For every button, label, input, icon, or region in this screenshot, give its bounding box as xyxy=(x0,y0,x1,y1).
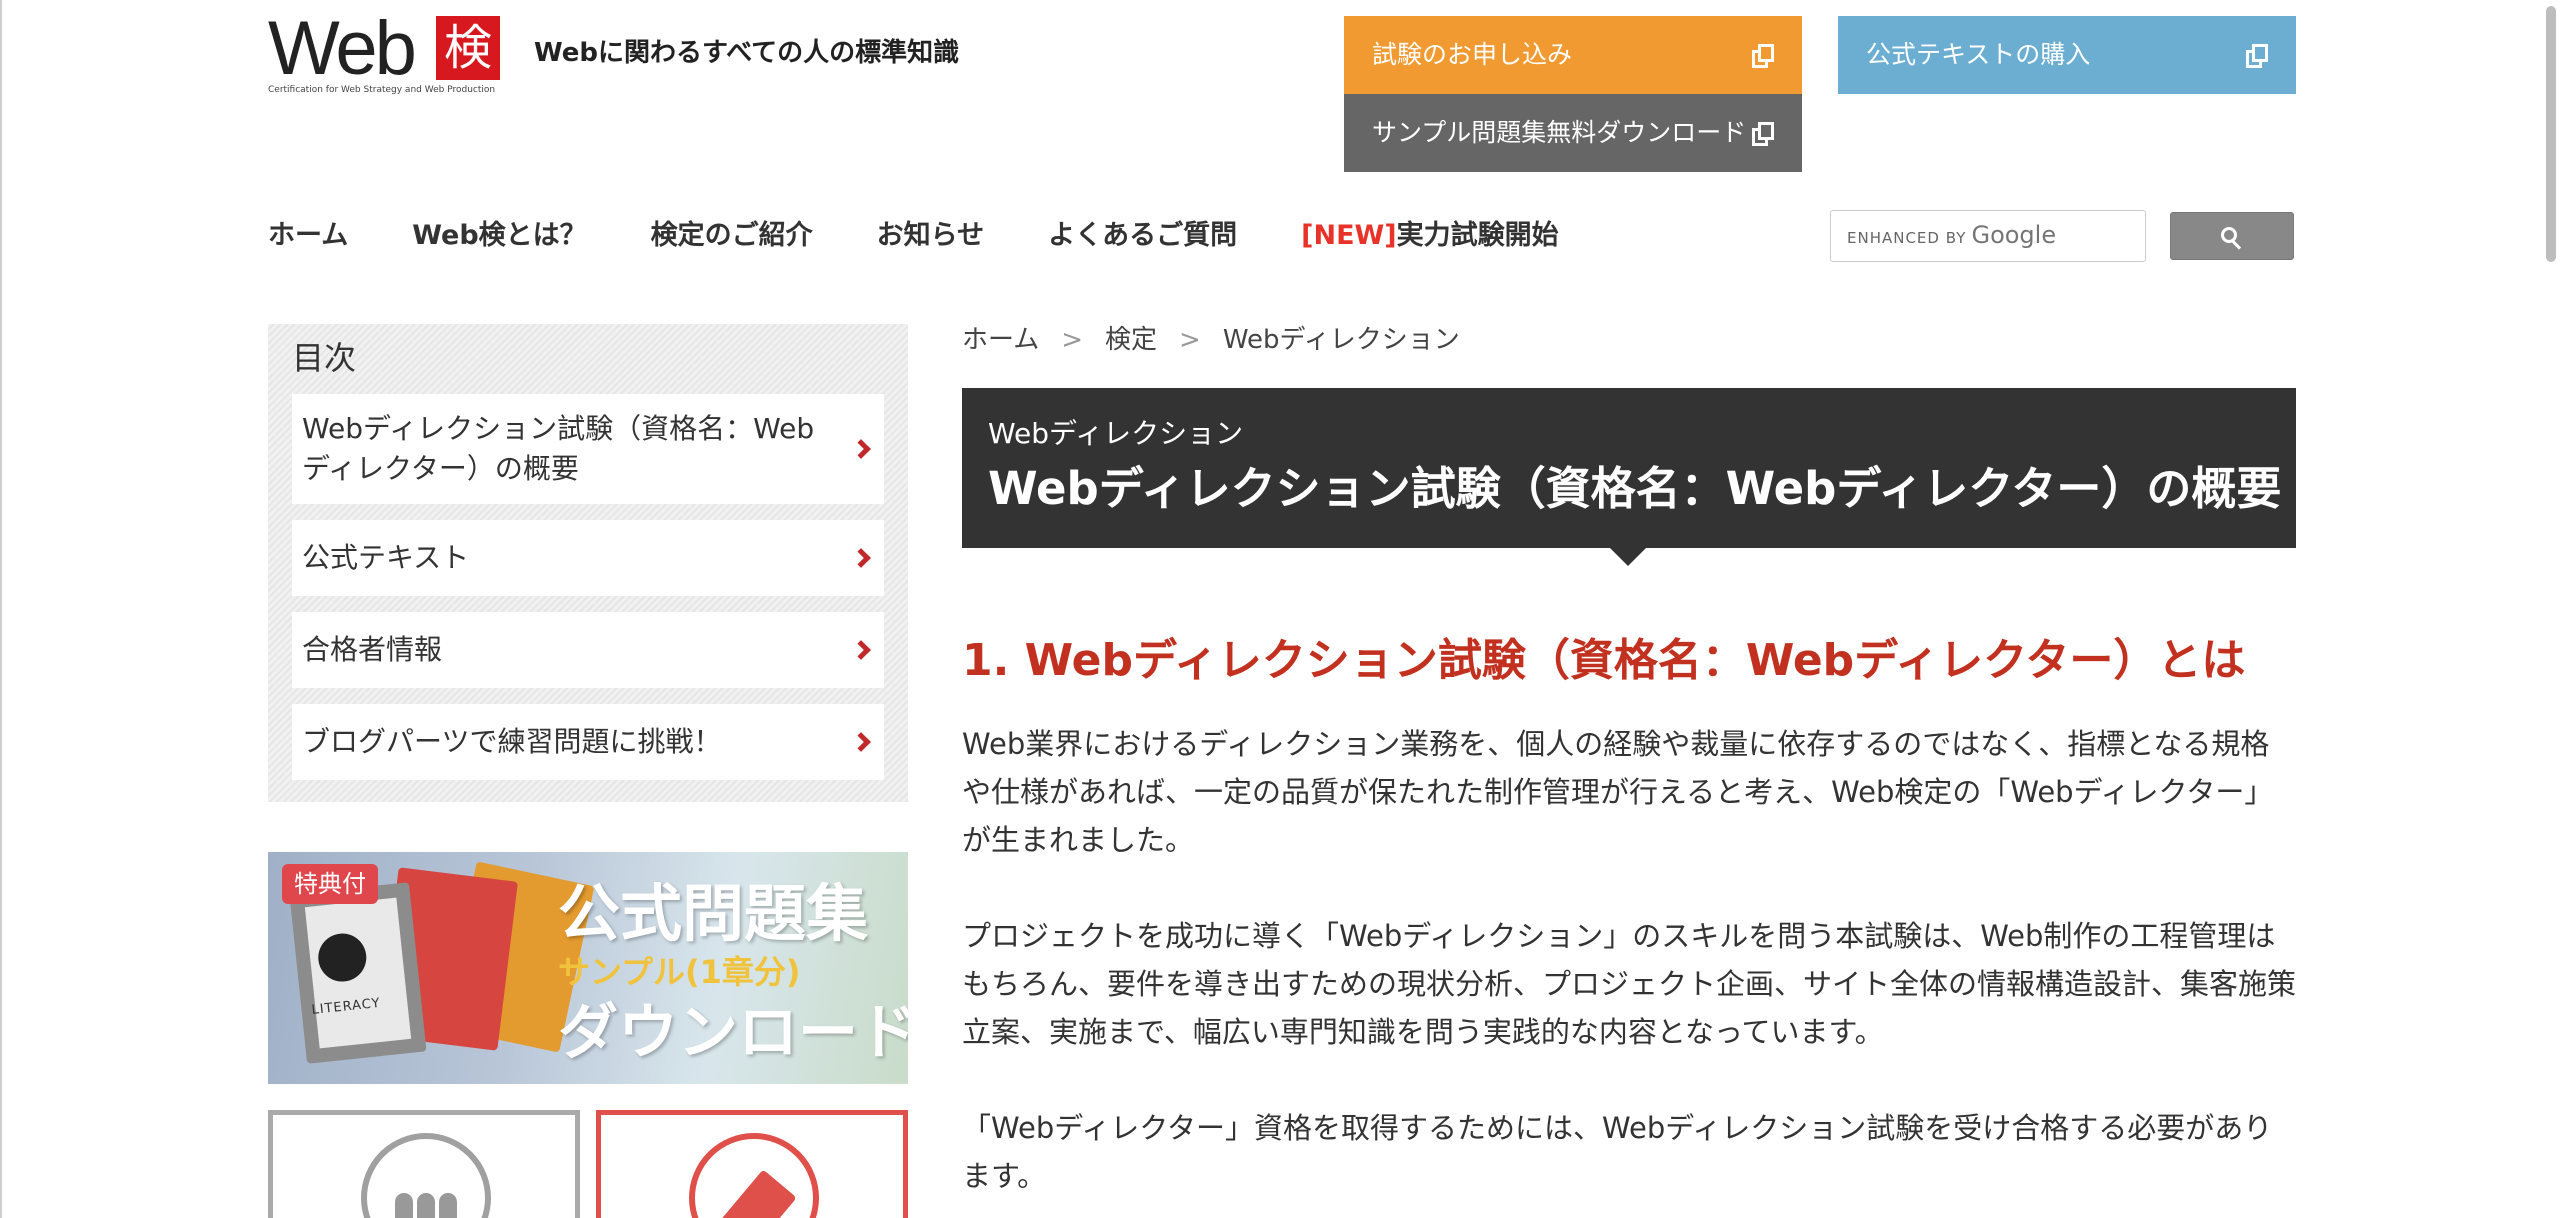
sample-download-banner[interactable]: LITERACY 特典付 公式問題集 サンプル(1章分) ダウンロード xyxy=(268,852,908,1084)
nav-item-faq[interactable]: よくあるご質問 xyxy=(1048,212,1237,260)
purchase-text-button[interactable]: 公式テキストの購入 xyxy=(1838,16,2296,94)
main-nav: ホーム Web検とは？ 検定のご紹介 お知らせ よくあるご質問 [NEW]実力試… xyxy=(268,212,1559,260)
section-title: 1. Webディレクション試験（資格名：Webディレクター）とは xyxy=(962,635,2246,686)
search-input[interactable] xyxy=(1841,211,2135,261)
breadcrumb-separator: > xyxy=(1061,325,1084,355)
sample-download-label: サンプル問題集無料ダウンロード xyxy=(1372,118,1747,147)
window-edge xyxy=(0,0,2,1218)
pencil-icon xyxy=(689,1133,819,1218)
exam-description-paragraph: プロジェクトを成功に導く「Webディレクション」のスキルを問う本試験は、Web制… xyxy=(962,919,2297,1049)
chevron-right-icon xyxy=(851,548,871,568)
toc-item-overview[interactable]: Webディレクション試験（資格名：Webディレクター）の概要 xyxy=(292,394,884,504)
purchase-text-label: 公式テキストの購入 xyxy=(1866,40,2091,69)
page-header-box: Webディレクション Webディレクション試験（資格名：Webディレクター）の概… xyxy=(962,388,2296,548)
toc-item-passers[interactable]: 合格者情報 xyxy=(292,612,884,688)
qualification-paragraph: 「Webディレクター」資格を取得するためには、Webディレクション試験を受け合格… xyxy=(962,1111,2273,1193)
banner-heading: 公式問題集 xyxy=(558,877,869,950)
intro-paragraph: Web業界におけるディレクション業務を、個人の経験や裁量に依存するのではなく、指… xyxy=(962,727,2274,857)
apply-exam-label: 試験のお申し込み xyxy=(1372,40,1573,69)
external-link-icon xyxy=(2246,44,2270,68)
new-tag: [NEW] xyxy=(1301,220,1397,251)
logo-kanji-badge: 検 xyxy=(436,16,500,80)
chevron-right-icon xyxy=(851,640,871,660)
nav-item-news[interactable]: お知らせ xyxy=(877,212,984,260)
logo-subtitle: Certification for Web Strategy and Web P… xyxy=(268,85,496,95)
toc-item-label: ブログパーツで練習問題に挑戦！ xyxy=(302,725,722,758)
bonus-badge: 特典付 xyxy=(282,864,378,904)
toc-item-label: 公式テキスト xyxy=(302,541,470,574)
search-box: ENHANCED BY Google xyxy=(1830,210,2146,262)
nav-item-exams[interactable]: 検定のご紹介 xyxy=(651,212,813,260)
breadcrumb: ホーム > 検定 > Webディレクション xyxy=(962,322,1460,358)
nav-item-practice-exam[interactable]: [NEW]実力試験開始 xyxy=(1301,212,1559,260)
logo-text: Web xyxy=(268,6,417,91)
search-button[interactable] xyxy=(2170,212,2294,260)
apply-exam-button[interactable]: 試験のお申し込み xyxy=(1344,16,1802,94)
breadcrumb-current: Webディレクション xyxy=(1222,325,1460,355)
site-logo[interactable]: Web 検 Certification for Web Strategy and… xyxy=(268,6,502,98)
breadcrumb-home[interactable]: ホーム xyxy=(962,322,1039,358)
toc-item-official-text[interactable]: 公式テキスト xyxy=(292,520,884,596)
chevron-right-icon xyxy=(851,732,871,752)
header-pointer xyxy=(1610,548,1646,566)
people-icon xyxy=(361,1133,491,1218)
banner-download-text: ダウンロード xyxy=(558,998,908,1068)
chevron-right-icon xyxy=(851,439,871,459)
book-cover-literacy: LITERACY xyxy=(289,882,427,1064)
breadcrumb-separator: > xyxy=(1179,325,1201,355)
toc-title: 目次 xyxy=(292,339,357,377)
banner-subheading: サンプル(1章分) xyxy=(558,953,801,991)
toc-item-label: Webディレクション試験（資格名：Webディレクター）の概要 xyxy=(302,412,815,485)
external-link-icon xyxy=(1752,122,1776,146)
practice-card[interactable] xyxy=(596,1110,908,1218)
sample-download-button[interactable]: サンプル問題集無料ダウンロード xyxy=(1344,94,1802,172)
nav-item-about[interactable]: Web検とは？ xyxy=(412,212,586,260)
site-tagline: Webに関わるすべての人の標準知識 xyxy=(534,38,960,68)
toc-item-label: 合格者情報 xyxy=(302,633,443,666)
toc-item-blog-parts[interactable]: ブログパーツで練習問題に挑戦！ xyxy=(292,704,884,780)
passers-card[interactable] xyxy=(268,1110,580,1218)
nav-item-home[interactable]: ホーム xyxy=(268,212,348,260)
nav-item-practice-exam-label: 実力試験開始 xyxy=(1396,220,1559,251)
page-title: Webディレクション試験（資格名：Webディレクター）の概要 xyxy=(988,462,2282,515)
external-link-icon xyxy=(1752,44,1776,68)
breadcrumb-exams[interactable]: 検定 xyxy=(1105,322,1157,358)
table-of-contents: 目次 Webディレクション試験（資格名：Webディレクター）の概要 公式テキスト… xyxy=(268,324,908,802)
search-icon xyxy=(2221,227,2243,250)
scrollbar-thumb[interactable] xyxy=(2546,6,2556,262)
page-category: Webディレクション xyxy=(988,417,1244,450)
